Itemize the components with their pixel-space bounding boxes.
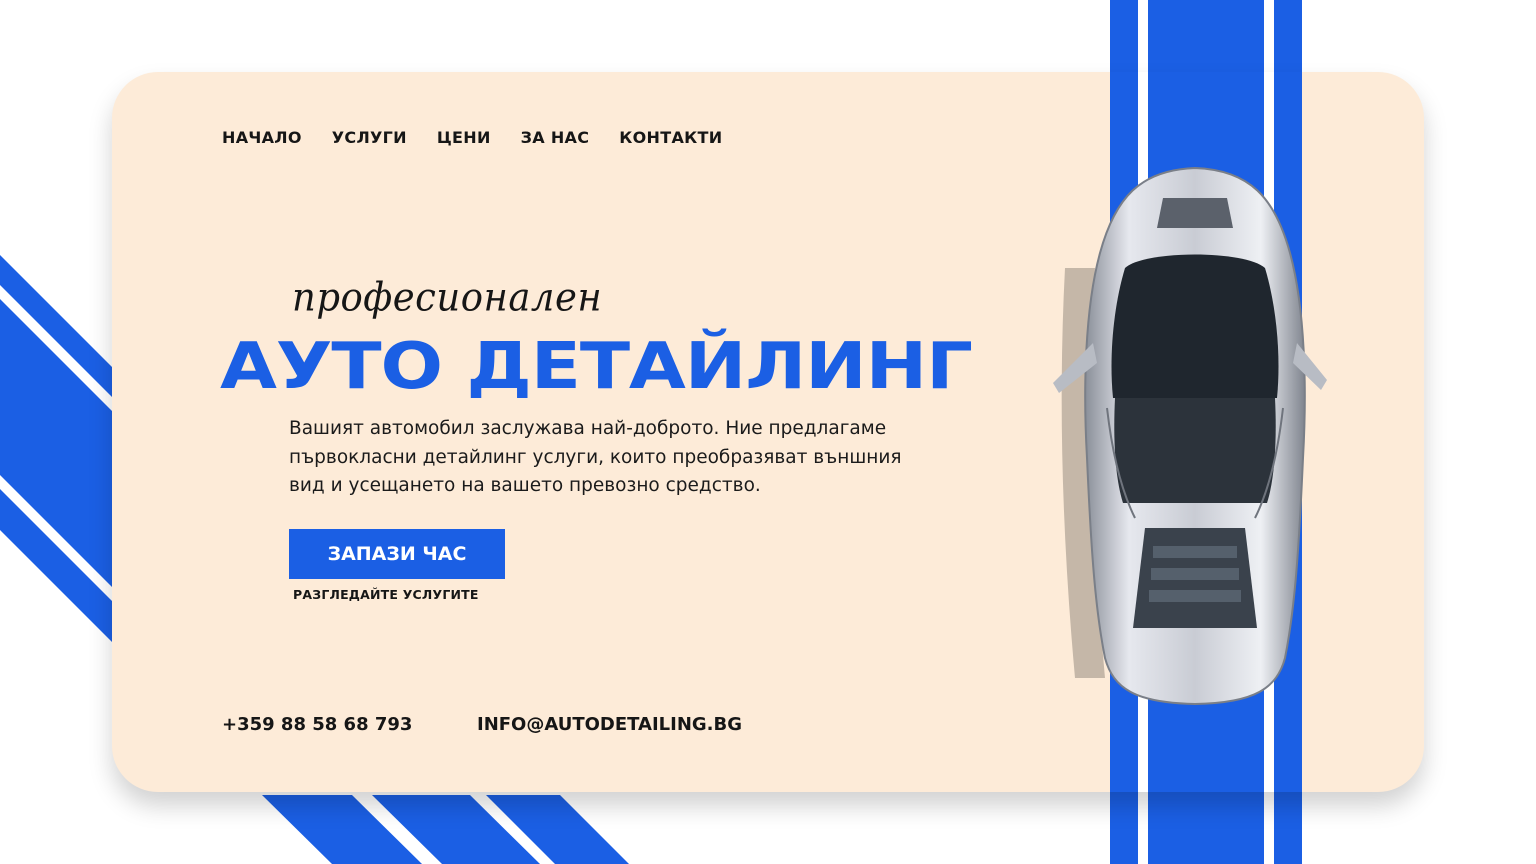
- contact-email[interactable]: INFO@AUTODETAILING.BG: [477, 714, 742, 735]
- nav-item-about[interactable]: ЗА НАС: [521, 128, 590, 147]
- nav-item-home[interactable]: НАЧАЛО: [222, 128, 302, 147]
- nav-item-contacts[interactable]: КОНТАКТИ: [619, 128, 722, 147]
- nav-item-prices[interactable]: ЦЕНИ: [437, 128, 491, 147]
- hero-headline: АУТО ДЕТАЙЛИНГ: [220, 330, 973, 404]
- view-services-link[interactable]: РАЗГЛЕДАЙТЕ УСЛУГИТЕ: [293, 587, 479, 602]
- main-nav: НАЧАЛО УСЛУГИ ЦЕНИ ЗА НАС КОНТАКТИ: [222, 128, 722, 147]
- hero-script-text: професионален: [292, 274, 603, 321]
- book-appointment-button[interactable]: ЗАПАЗИ ЧАС: [289, 529, 505, 579]
- hero-description: Вашият автомобил заслужава най-доброто. …: [289, 418, 902, 496]
- car-image: [1053, 166, 1327, 706]
- nav-item-services[interactable]: УСЛУГИ: [332, 128, 407, 147]
- contact-phone[interactable]: +359 88 58 68 793: [222, 714, 412, 735]
